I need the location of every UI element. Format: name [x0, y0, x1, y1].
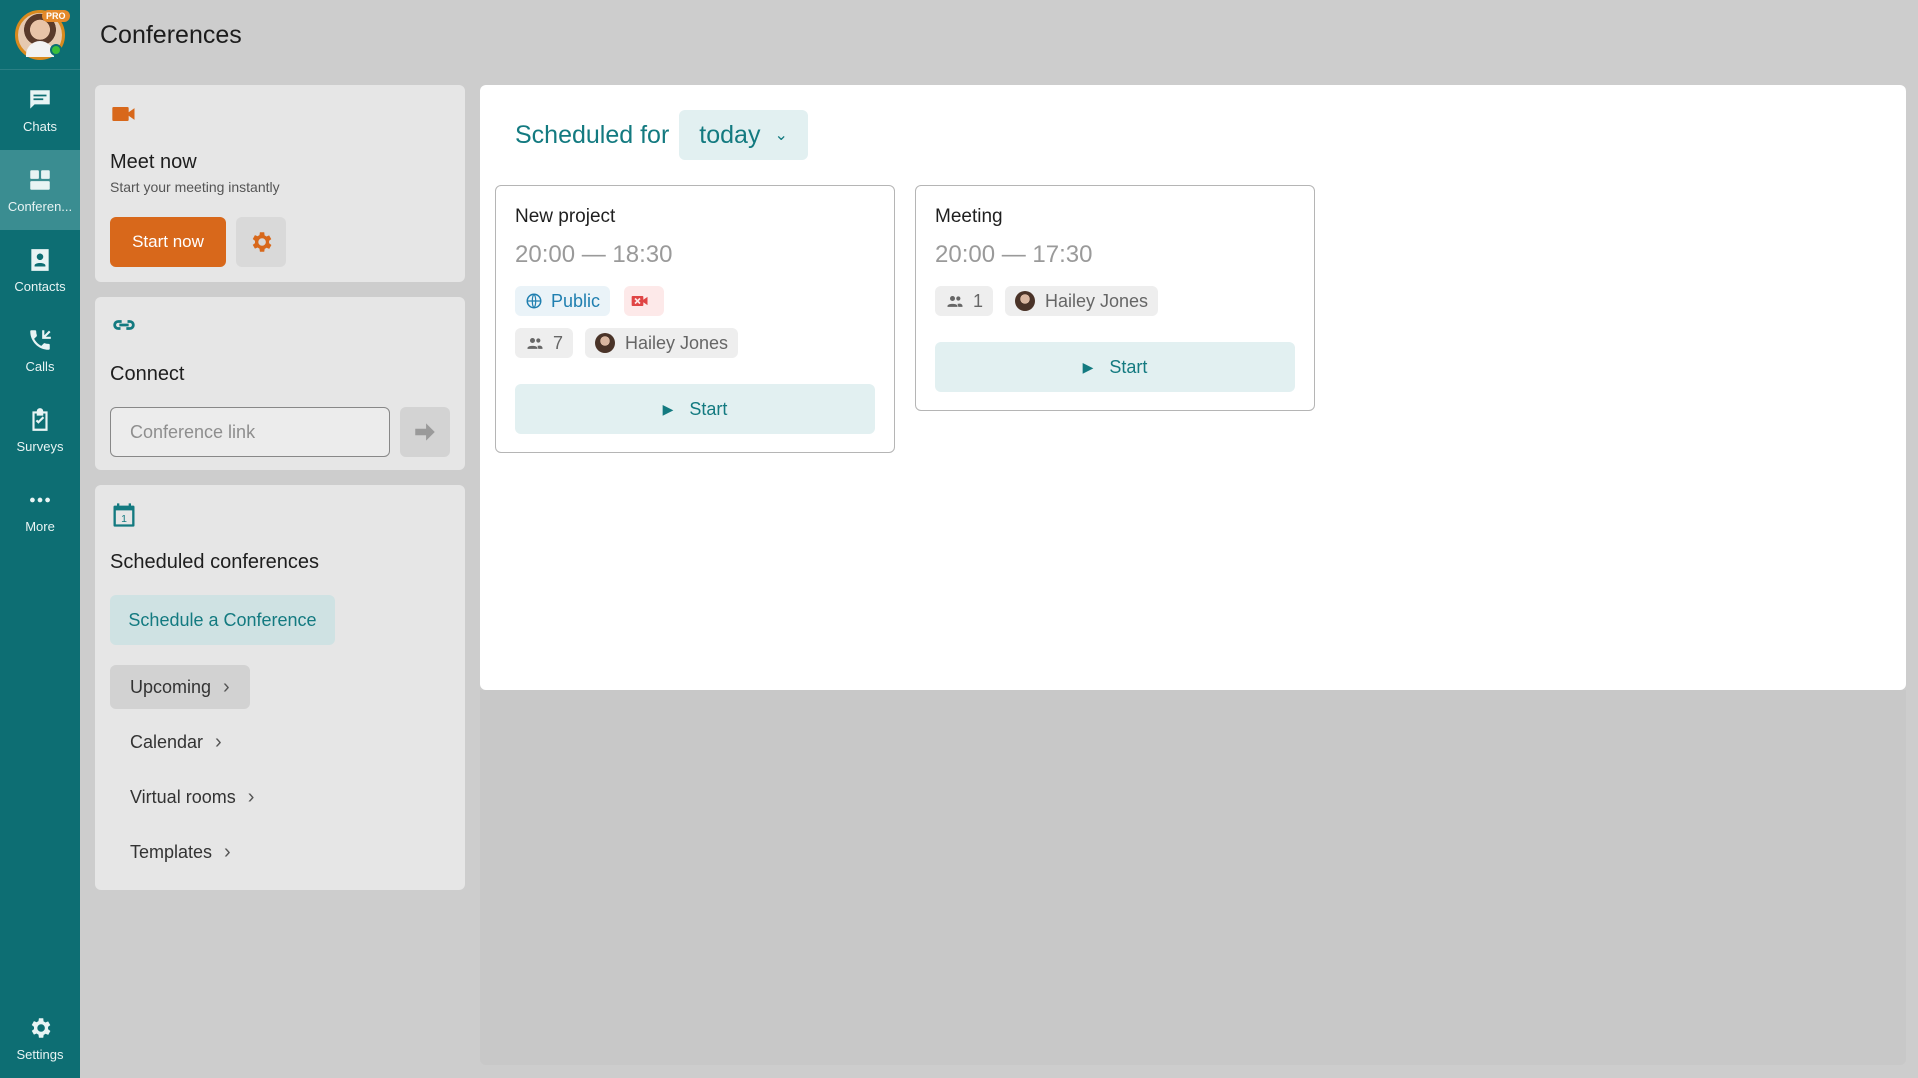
- scheduled-for-label: Scheduled for: [515, 120, 670, 149]
- link-label: Calendar: [130, 731, 204, 752]
- schedule-conference-button[interactable]: Schedule a Conference: [110, 595, 335, 645]
- chat-icon: [30, 89, 50, 109]
- chevron-right-icon: ›: [247, 785, 255, 808]
- period-select[interactable]: today ⌄: [679, 110, 808, 160]
- calls-icon: [30, 329, 51, 350]
- page-header: Conferences: [80, 0, 1918, 70]
- sidebar-item-label: Contacts: [14, 278, 66, 294]
- chevron-down-icon: ⌄: [774, 127, 788, 144]
- sidebar-item-chats[interactable]: Chats: [0, 70, 80, 150]
- gear-icon: [252, 232, 272, 252]
- conference-card[interactable]: New project 20:00 — 18:30 Public 7 Haile…: [495, 185, 895, 453]
- link-upcoming[interactable]: Upcoming ›: [110, 665, 250, 709]
- link-virtual-rooms[interactable]: Virtual rooms ›: [110, 775, 274, 819]
- meet-settings-button[interactable]: [236, 217, 286, 267]
- gear-icon: [31, 1017, 51, 1038]
- participants-value: 7: [553, 332, 564, 353]
- conference-icon: [30, 169, 50, 190]
- play-icon: ▶: [662, 400, 674, 417]
- conference-time: 20:00 — 17:30: [935, 241, 1093, 268]
- people-icon: [527, 338, 543, 349]
- scheduled-header: Scheduled for today ⌄: [515, 110, 808, 160]
- conference-link-input[interactable]: [110, 407, 390, 457]
- start-now-button[interactable]: Start now: [110, 217, 226, 267]
- people-icon: [947, 296, 963, 307]
- pro-badge: PRO: [42, 10, 70, 22]
- sidebar-item-label: Calls: [25, 358, 55, 374]
- chevron-right-icon: ›: [224, 840, 231, 863]
- sidebar: PRO Chats Conferen... Contacts Calls Sur…: [0, 0, 80, 1078]
- sidebar-item-contacts[interactable]: Contacts: [0, 230, 80, 310]
- scheduled-main-card: Scheduled for today ⌄ New project 20:00 …: [480, 85, 1906, 690]
- participants-count: 7: [515, 328, 574, 358]
- start-conference-button[interactable]: ▶ Start: [935, 342, 1295, 392]
- avatar: [595, 333, 615, 353]
- calendar-icon: 1: [113, 503, 135, 527]
- start-label: Start: [689, 398, 728, 419]
- profile-area[interactable]: PRO: [0, 0, 80, 70]
- svg-text:1: 1: [121, 513, 127, 525]
- play-icon: ▶: [1082, 358, 1094, 375]
- link-label: Templates: [130, 841, 213, 862]
- main-lower-area: [480, 690, 1906, 1065]
- scheduled-panel: 1 Scheduled conferences Schedule a Confe…: [95, 485, 465, 890]
- sidebar-item-surveys[interactable]: Surveys: [0, 390, 80, 470]
- more-icon: [30, 497, 50, 502]
- link-templates[interactable]: Templates ›: [110, 830, 251, 874]
- sidebar-item-label: Surveys: [16, 438, 64, 454]
- online-status-dot: [50, 44, 62, 56]
- meet-now-title: Meet now: [110, 151, 197, 173]
- owner-name: Hailey Jones: [1045, 290, 1149, 311]
- owner-chip: Hailey Jones: [1005, 286, 1159, 316]
- participants-value: 1: [973, 290, 984, 311]
- sidebar-item-more[interactable]: More: [0, 470, 80, 550]
- scheduled-title: Scheduled conferences: [110, 551, 320, 573]
- participants-count: 1: [935, 286, 994, 316]
- sidebar-item-label: Chats: [23, 118, 57, 134]
- page-title: Conferences: [100, 20, 242, 49]
- chevron-right-icon: ›: [223, 675, 230, 698]
- conference-title: New project: [515, 206, 616, 227]
- connect-go-button[interactable]: [400, 407, 450, 457]
- link-icon: [113, 320, 135, 330]
- contacts-icon: [31, 248, 49, 271]
- conference-title: Meeting: [935, 206, 1003, 227]
- avatar: [1015, 291, 1035, 311]
- sidebar-item-label: More: [25, 518, 55, 534]
- owner-chip: Hailey Jones: [585, 328, 739, 358]
- recording-badge: [624, 286, 664, 316]
- sidebar-item-calls[interactable]: Calls: [0, 310, 80, 390]
- start-conference-button[interactable]: ▶ Start: [515, 384, 875, 434]
- sidebar-item-label: Conferen...: [7, 198, 73, 214]
- owner-name: Hailey Jones: [625, 332, 729, 353]
- sidebar-item-conferences[interactable]: Conferen...: [0, 150, 80, 230]
- chevron-right-icon: ›: [215, 730, 222, 753]
- period-value: today: [699, 120, 761, 149]
- video-camera-icon: [112, 107, 135, 121]
- globe-icon: [526, 293, 542, 309]
- start-label: Start: [1109, 356, 1148, 377]
- visibility-badge: Public: [515, 286, 611, 316]
- video-off-icon: [631, 296, 648, 306]
- conference-time: 20:00 — 18:30: [515, 241, 673, 268]
- sidebar-item-label: Settings: [16, 1046, 64, 1062]
- meet-now-subtitle: Start your meeting instantly: [110, 179, 280, 195]
- arrow-right-icon: [415, 423, 435, 441]
- connect-panel: Connect: [95, 297, 465, 470]
- link-label: Virtual rooms: [130, 786, 236, 807]
- link-label: Upcoming: [130, 676, 212, 697]
- visibility-label: Public: [551, 290, 601, 311]
- conference-card[interactable]: Meeting 20:00 — 17:30 1 Hailey Jones ▶ S…: [915, 185, 1315, 411]
- link-calendar[interactable]: Calendar ›: [110, 720, 242, 764]
- surveys-icon: [32, 407, 48, 431]
- meet-now-panel: Meet now Start your meeting instantly St…: [95, 85, 465, 282]
- connect-title: Connect: [110, 363, 185, 385]
- sidebar-item-settings[interactable]: Settings: [0, 998, 80, 1078]
